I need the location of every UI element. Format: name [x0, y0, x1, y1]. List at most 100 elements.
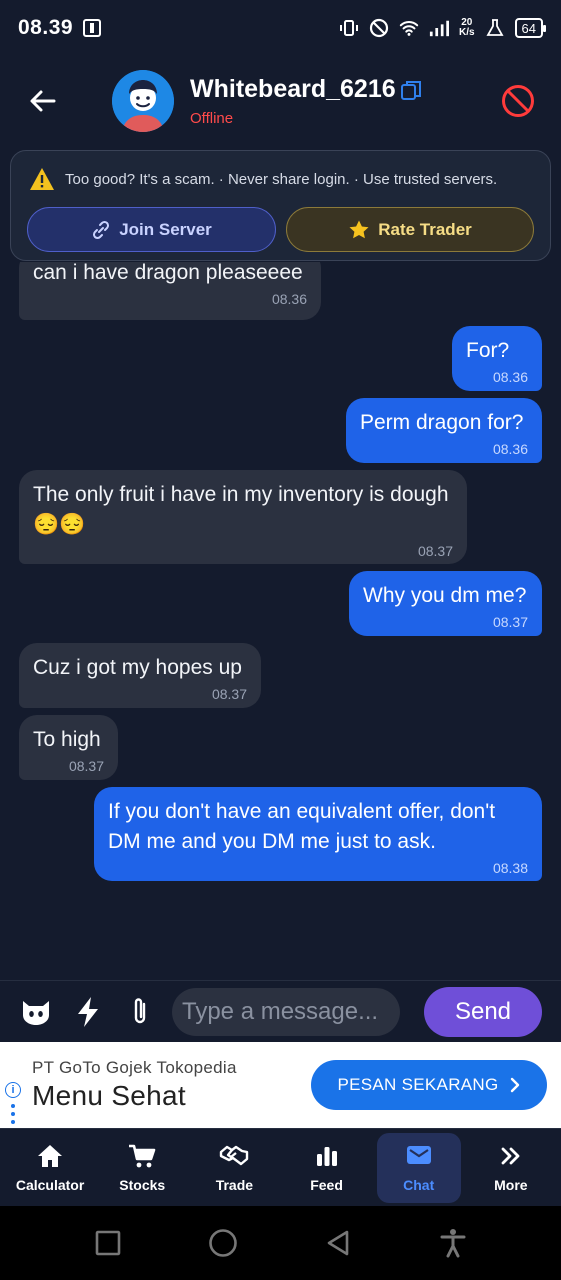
home-icon — [38, 1144, 63, 1167]
github-button[interactable] — [16, 992, 56, 1032]
safety-warning-card: Too good? It's a scam. · Never share log… — [10, 150, 551, 261]
do-not-disturb-icon — [369, 18, 389, 38]
arrow-left-icon — [30, 90, 56, 112]
avatar[interactable] — [112, 70, 174, 132]
status-icons: 20 K/s 64 — [339, 18, 547, 38]
message-bubble-outgoing[interactable]: If you don't have an equivalent offer, d… — [94, 787, 542, 881]
message-text: For? — [466, 339, 510, 362]
user-avatar-icon — [112, 70, 174, 132]
tab-label: Trade — [215, 1176, 254, 1193]
message-time: 08.37 — [211, 686, 247, 702]
chat-icon — [406, 1145, 431, 1164]
status-bar: 08.39 20 K/s 64 — [0, 0, 561, 56]
message-time: 08.36 — [271, 291, 307, 307]
rate-trader-button[interactable]: Rate Trader — [286, 207, 534, 252]
lightning-icon — [78, 996, 98, 1027]
message-bubble-outgoing[interactable]: For? 08.36 — [452, 326, 542, 391]
message-bubble-outgoing[interactable]: Why you dm me? 08.37 — [349, 571, 542, 636]
star-icon — [349, 220, 369, 238]
chevron-right-icon — [510, 1077, 519, 1093]
message-time: 08.36 — [492, 441, 528, 457]
message-bubble-incoming[interactable]: The only fruit i have in my inventory is… — [19, 470, 467, 564]
message-time: 08.37 — [68, 758, 104, 774]
quick-action-button[interactable] — [68, 992, 108, 1032]
message-text: To high — [33, 728, 101, 751]
vibrate-icon — [339, 18, 359, 38]
user-status: Offline — [190, 110, 234, 127]
message-time: 08.37 — [417, 543, 453, 559]
message-text: If you don't have an equivalent offer, d… — [108, 800, 496, 853]
tab-label: Calculator — [15, 1176, 85, 1193]
message-bubble-outgoing[interactable]: Perm dragon for? 08.36 — [346, 398, 542, 463]
cat-icon — [23, 1000, 49, 1025]
home-button[interactable] — [201, 1221, 245, 1265]
message-bubble-incoming[interactable]: To high 08.37 — [19, 715, 118, 780]
tab-label: More — [494, 1176, 528, 1193]
tab-more[interactable]: More — [469, 1133, 553, 1203]
recents-button[interactable] — [86, 1221, 130, 1265]
message-text: Perm dragon for? — [360, 411, 524, 434]
system-back-button[interactable] — [316, 1221, 360, 1265]
tab-calculator[interactable]: Calculator — [8, 1133, 92, 1203]
tab-label: Stocks — [119, 1176, 166, 1193]
bar-chart-icon — [316, 1146, 337, 1166]
paperclip-icon — [134, 997, 146, 1023]
join-server-button[interactable]: Join Server — [27, 207, 276, 252]
app-notification-icon — [83, 19, 102, 37]
wifi-icon — [399, 18, 419, 38]
message-bubble-incoming[interactable]: Cuz i got my hopes up 08.37 — [19, 643, 261, 708]
system-navigation — [0, 1206, 561, 1280]
tab-label: Feed — [310, 1176, 343, 1193]
block-icon — [502, 85, 534, 117]
status-time: 08.39 — [18, 16, 74, 39]
ad-advertiser: PT GoTo Gojek Tokopedia — [32, 1058, 237, 1077]
message-bubble-incoming[interactable]: can i have dragon pleaseeee 08.36 — [19, 262, 321, 320]
ad-title: Menu Sehat — [32, 1080, 186, 1111]
tab-feed[interactable]: Feed — [285, 1133, 369, 1203]
message-text: can i have dragon pleaseeee — [33, 262, 303, 284]
handshake-icon — [220, 1145, 249, 1165]
ad-banner[interactable]: i PT GoTo Gojek Tokopedia Menu Sehat PES… — [0, 1042, 561, 1128]
more-options-icon[interactable] — [11, 1104, 15, 1124]
join-server-label: Join Server — [119, 219, 212, 239]
double-chevron-icon — [501, 1147, 520, 1164]
network-speed: 20 K/s — [459, 18, 475, 38]
chat-header: Whitebeard_6216 Offline — [0, 56, 561, 146]
message-time: 08.37 — [492, 614, 528, 630]
message-text: Cuz i got my hopes up — [33, 656, 242, 679]
flask-icon — [485, 18, 505, 38]
tab-trade[interactable]: Trade — [192, 1133, 276, 1203]
accessibility-icon — [440, 1229, 466, 1258]
square-icon — [95, 1230, 120, 1256]
cart-icon — [129, 1144, 156, 1167]
battery-level: 64 — [521, 20, 536, 36]
tab-label: Chat — [403, 1176, 435, 1193]
circle-icon — [209, 1229, 237, 1257]
message-list[interactable]: can i have dragon pleaseeee 08.36 For? 0… — [0, 262, 561, 980]
copy-icon[interactable] — [400, 79, 422, 101]
warning-text: Too good? It's a scam. · Never share log… — [65, 170, 498, 188]
tab-chat[interactable]: Chat — [376, 1132, 461, 1203]
warning-icon — [30, 168, 54, 190]
bottom-navigation: Calculator Stocks Trade Feed Chat More — [0, 1128, 561, 1206]
ad-cta-button[interactable]: PESAN SEKARANG — [311, 1060, 547, 1110]
block-user-button[interactable] — [495, 78, 541, 124]
message-text: The only fruit i have in my inventory is… — [33, 483, 449, 536]
info-icon[interactable]: i — [5, 1082, 21, 1098]
message-composer: Send — [0, 980, 561, 1042]
back-button[interactable] — [20, 78, 66, 124]
message-time: 08.38 — [492, 860, 528, 876]
signal-icon — [429, 18, 449, 38]
speed-unit: K/s — [458, 27, 475, 38]
triangle-back-icon — [327, 1230, 349, 1256]
attach-button[interactable] — [120, 992, 160, 1032]
rate-trader-label: Rate Trader — [378, 219, 472, 239]
battery-indicator: 64 — [514, 18, 547, 38]
tab-stocks[interactable]: Stocks — [100, 1133, 184, 1203]
message-time: 08.36 — [492, 369, 528, 385]
message-input[interactable] — [172, 987, 400, 1036]
accessibility-button[interactable] — [431, 1221, 475, 1265]
ad-cta-label: PESAN SEKARANG — [337, 1075, 499, 1094]
send-button[interactable]: Send — [424, 986, 542, 1037]
message-text: Why you dm me? — [363, 584, 527, 607]
